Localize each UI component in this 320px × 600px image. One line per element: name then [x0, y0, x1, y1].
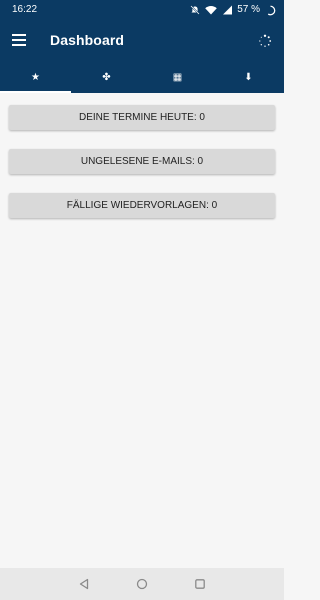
hamburger-menu-icon[interactable]	[12, 34, 26, 46]
tab-inbox[interactable]: ⬇	[213, 62, 284, 93]
star-icon: ★	[31, 71, 40, 83]
people-icon: ✤	[102, 71, 111, 83]
back-icon[interactable]	[78, 578, 90, 590]
inbox-icon: ⬇	[244, 71, 253, 83]
battery-percent: 57 %	[237, 4, 260, 15]
due-followups-button[interactable]: FÄLLIGE WIEDERVORLAGEN: 0	[9, 193, 275, 218]
appointments-today-button[interactable]: DEINE TERMINE HEUTE: 0	[9, 105, 275, 130]
status-time: 16:22	[12, 4, 38, 15]
tab-calendar[interactable]: ▦	[142, 62, 213, 93]
status-icons: 57 %	[190, 0, 276, 20]
battery-icon	[265, 5, 276, 15]
signal-icon	[223, 5, 233, 15]
refresh-icon[interactable]	[258, 34, 272, 48]
tab-contacts[interactable]: ✤	[71, 62, 142, 93]
calendar-icon: ▦	[172, 71, 183, 83]
tab-bar: ★ ✤ ▦ ⬇	[0, 62, 284, 93]
recent-apps-icon[interactable]	[194, 578, 206, 590]
status-bar: 16:22 57 %	[0, 0, 284, 20]
unread-emails-button[interactable]: UNGELESENE E-MAILS: 0	[9, 149, 275, 174]
system-nav-bar	[0, 568, 284, 600]
page-title: Dashboard	[50, 32, 125, 48]
app-bar: Dashboard	[0, 20, 284, 62]
home-icon[interactable]	[136, 578, 148, 590]
wifi-icon	[205, 6, 218, 15]
notifications-off-icon	[190, 5, 200, 15]
tab-favorites[interactable]: ★	[0, 62, 71, 93]
